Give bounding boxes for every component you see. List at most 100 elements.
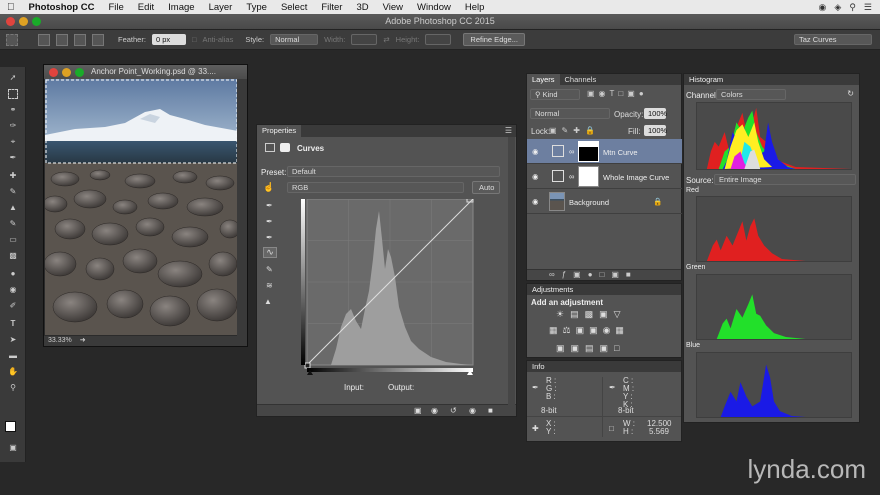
blur-icon[interactable]: ●	[8, 269, 18, 279]
view-previous-icon[interactable]: ◉	[431, 406, 438, 415]
apple-icon[interactable]: 	[0, 2, 22, 13]
clipping-warning-icon[interactable]: ▲	[264, 297, 272, 306]
height-input[interactable]	[425, 34, 452, 45]
move-tool-icon[interactable]: ➚	[8, 73, 18, 83]
tab-layers[interactable]: Layers	[527, 74, 560, 85]
width-input[interactable]	[351, 34, 378, 45]
intersect-selection-icon[interactable]	[92, 33, 104, 46]
tab-adjustments[interactable]: Adjustments	[527, 284, 681, 295]
rectangle-tool-icon[interactable]: ▬	[8, 351, 18, 361]
adjustment-icons-row-2[interactable]: ▦⚖▣▣◉▦	[549, 325, 629, 336]
sample-black-icon[interactable]: ✒	[266, 201, 273, 210]
smooth-icon[interactable]: ≋	[266, 281, 273, 290]
menu-edit[interactable]: Edit	[131, 2, 161, 13]
new-selection-icon[interactable]	[38, 33, 50, 46]
type-tool-icon[interactable]: T	[8, 319, 18, 329]
doc-zoom-icon[interactable]	[75, 68, 84, 77]
add-selection-icon[interactable]	[56, 33, 68, 46]
layer-name[interactable]: Whole Image Curve	[603, 173, 669, 182]
menu-window[interactable]: Window	[410, 2, 458, 13]
menu-select[interactable]: Select	[274, 2, 314, 13]
layer-mask-thumbnail[interactable]	[578, 166, 599, 187]
menu-help[interactable]: Help	[458, 2, 492, 13]
menu-view[interactable]: View	[376, 2, 410, 13]
document-canvas[interactable]	[45, 79, 238, 335]
layer-row-whole-image-curve[interactable]: ◉ ∞ Whole Image Curve	[527, 164, 682, 189]
share-icon[interactable]: ➜	[80, 337, 86, 344]
menu-3d[interactable]: 3D	[349, 2, 375, 13]
zoom-level[interactable]: 33.33%	[48, 337, 72, 344]
wifi-icon[interactable]: ◈	[834, 2, 841, 13]
properties-scrollbar[interactable]	[508, 137, 515, 405]
visibility-eye-icon[interactable]: ◉	[532, 147, 539, 156]
layer-row-background[interactable]: ◉ Background 🔒	[527, 189, 682, 214]
search-icon[interactable]: ⚲	[849, 2, 856, 13]
opacity-input[interactable]: 100%	[644, 108, 667, 119]
doc-scrollbar[interactable]	[237, 79, 247, 337]
pencil-draw-icon[interactable]: ✎	[266, 265, 273, 274]
visibility-eye-icon[interactable]: ◉	[532, 197, 539, 206]
doc-close-icon[interactable]	[49, 68, 58, 77]
hand-tool-icon[interactable]: ✋	[8, 367, 18, 377]
layers-footer-icons[interactable]: ∞ƒ▣●□▣■	[527, 269, 681, 280]
swap-icon[interactable]: ⇄	[383, 35, 389, 44]
menu-type[interactable]: Type	[239, 2, 274, 13]
sample-white-icon[interactable]: ✒	[266, 233, 273, 242]
preset-select[interactable]: Default	[287, 166, 500, 177]
visibility-icon[interactable]: ◉	[469, 406, 476, 415]
refresh-icon[interactable]: ↻	[847, 89, 854, 98]
auto-button[interactable]: Auto	[472, 181, 500, 194]
tab-histogram[interactable]: Histogram	[684, 74, 859, 85]
layer-name[interactable]: Background	[569, 198, 609, 207]
menu-file[interactable]: File	[101, 2, 130, 13]
tab-channels[interactable]: Channels	[560, 74, 602, 85]
quick-mask-icon[interactable]: ▣	[8, 443, 18, 453]
clip-to-layer-icon[interactable]: ▣	[414, 406, 422, 415]
path-selection-icon[interactable]: ➤	[8, 335, 18, 345]
histogram-channel-select[interactable]: Colors	[716, 89, 786, 100]
rectangular-marquee-icon[interactable]	[8, 89, 18, 99]
menu-filter[interactable]: Filter	[314, 2, 349, 13]
subtract-selection-icon[interactable]	[74, 33, 86, 46]
marquee-tool-preset-icon[interactable]	[6, 33, 18, 46]
quick-selection-icon[interactable]: ✑	[8, 121, 18, 131]
eraser-icon[interactable]: ▭	[8, 235, 18, 245]
blend-mode-select[interactable]: Normal	[530, 108, 610, 119]
brush-icon[interactable]: ✎	[8, 187, 18, 197]
layer-thumbnail[interactable]	[549, 192, 565, 211]
menu-layer[interactable]: Layer	[202, 2, 240, 13]
list-icon[interactable]: ☰	[864, 2, 872, 13]
antialias-checkbox[interactable]: □	[192, 35, 197, 44]
pen-icon[interactable]: ✐	[8, 301, 18, 311]
foreground-color-swatch[interactable]	[5, 421, 16, 432]
clone-stamp-icon[interactable]: ▲	[8, 203, 18, 213]
feather-input[interactable]: 0 px	[151, 34, 186, 45]
panel-menu-icon[interactable]: ☰	[505, 126, 512, 135]
adjustment-icons-row-1[interactable]: ☀▤▩▣▽	[556, 309, 627, 320]
channel-select[interactable]: RGB	[287, 182, 464, 193]
style-select[interactable]: Normal	[270, 34, 319, 45]
mask-icon[interactable]	[280, 143, 290, 152]
gradient-icon[interactable]: ▩	[8, 251, 18, 261]
layer-mask-thumbnail[interactable]	[578, 141, 599, 162]
workspace-select[interactable]: Taz Curves	[794, 34, 872, 45]
app-menu[interactable]: Photoshop CC	[22, 2, 102, 13]
dodge-icon[interactable]: ◉	[8, 285, 18, 295]
refine-edge-button[interactable]: Refine Edge...	[463, 33, 525, 46]
target-adjustment-icon[interactable]: ☝	[263, 182, 274, 193]
layer-row-mtn-curve[interactable]: ◉ ∞ Mtn Curve	[527, 139, 682, 164]
sample-gray-icon[interactable]: ✒	[266, 217, 273, 226]
eyedropper-icon[interactable]: ✒	[8, 153, 18, 163]
lasso-icon[interactable]: ⚭	[8, 105, 18, 115]
healing-brush-icon[interactable]: ✚	[8, 171, 18, 181]
menu-image[interactable]: Image	[161, 2, 201, 13]
filter-icons[interactable]: ▣◉T□▣●	[587, 89, 648, 98]
curve-edit-icon[interactable]: ∿	[263, 247, 277, 258]
adjustment-icons-row-3[interactable]: ▣▣▤▣□	[556, 343, 625, 354]
crop-icon[interactable]: ⌖	[8, 137, 18, 147]
curves-graph[interactable]	[301, 199, 476, 375]
delete-icon[interactable]: ■	[488, 406, 493, 415]
zoom-tool-icon[interactable]: ⚲	[8, 383, 18, 393]
filter-kind-select[interactable]: ⚲ Kind	[530, 89, 580, 100]
tab-properties[interactable]: Properties	[257, 125, 302, 137]
